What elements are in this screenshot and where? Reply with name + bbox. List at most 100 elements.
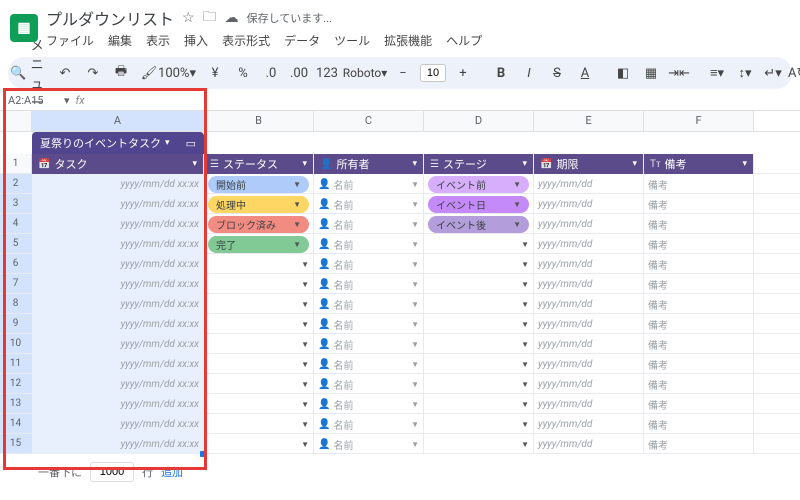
cell-task[interactable]: yyyy/mm/dd xx:xx xyxy=(32,334,204,354)
menu-file[interactable]: ファイル xyxy=(46,32,94,49)
cell-task[interactable]: yyyy/mm/dd xx:xx xyxy=(32,394,204,414)
cell-owner[interactable]: 👤名前▼ xyxy=(314,374,424,394)
cell-task[interactable]: yyyy/mm/dd xx:xx xyxy=(32,314,204,334)
name-box[interactable]: A2:A15 xyxy=(8,94,58,107)
row-header[interactable]: 13 xyxy=(0,394,32,413)
document-title[interactable]: プルダウンリスト xyxy=(46,6,174,30)
add-rows-button[interactable]: 追加 xyxy=(161,464,183,480)
menu-view[interactable]: 表示 xyxy=(146,32,170,49)
cell-task[interactable]: yyyy/mm/dd xx:xx xyxy=(32,274,204,294)
cell-stage[interactable]: ▼ xyxy=(424,234,534,254)
cell-stage[interactable]: イベント前▼ xyxy=(424,174,534,194)
cell-due[interactable]: yyyy/mm/dd xyxy=(534,334,644,354)
cell-due[interactable]: yyyy/mm/dd xyxy=(534,414,644,434)
cell-status[interactable]: ▼ xyxy=(204,354,314,374)
valign-icon[interactable]: ↕▾ xyxy=(734,61,756,85)
cell-status[interactable]: ▼ xyxy=(204,434,314,454)
row-header[interactable]: 1 xyxy=(0,154,32,173)
zoom-select[interactable]: 100% ▾ xyxy=(166,61,188,85)
cell-status[interactable]: ブロック済み▼ xyxy=(204,214,314,234)
fill-color-icon[interactable]: ◧ xyxy=(612,61,634,85)
cell-task[interactable]: yyyy/mm/dd xx:xx xyxy=(32,234,204,254)
cell-status[interactable]: ▼ xyxy=(204,394,314,414)
field-header-task[interactable]: 📅タスク▾ xyxy=(32,154,204,174)
redo-icon[interactable]: ↷ xyxy=(82,61,104,85)
menu-help[interactable]: ヘルプ xyxy=(446,32,482,49)
increase-decimal-icon[interactable]: .00 xyxy=(288,61,310,85)
cell-notes[interactable]: 備考 xyxy=(644,174,754,194)
percent-icon[interactable]: % xyxy=(232,61,254,85)
name-box-dropdown-icon[interactable]: ▾ xyxy=(64,94,70,107)
cell-status[interactable]: ▼ xyxy=(204,414,314,434)
row-header[interactable]: 9 xyxy=(0,314,32,333)
more-formats-icon[interactable]: 123 xyxy=(316,61,338,85)
cell-due[interactable]: yyyy/mm/dd xyxy=(534,434,644,454)
field-header-due[interactable]: 📅期限▾ xyxy=(534,154,644,174)
row-header[interactable]: 2 xyxy=(0,174,32,193)
cell-due[interactable]: yyyy/mm/dd xyxy=(534,314,644,334)
paint-format-icon[interactable]: 🖌 xyxy=(138,61,160,85)
cell-stage[interactable]: ▼ xyxy=(424,254,534,274)
cell-stage[interactable]: ▼ xyxy=(424,334,534,354)
cell-status[interactable]: ▼ xyxy=(204,314,314,334)
cell-status[interactable]: 完了▼ xyxy=(204,234,314,254)
halign-icon[interactable]: ≡▾ xyxy=(706,61,728,85)
row-header[interactable]: 8 xyxy=(0,294,32,313)
cell-stage[interactable]: イベント日▼ xyxy=(424,194,534,214)
cell-stage[interactable]: ▼ xyxy=(424,374,534,394)
cell-status[interactable]: 開始前▼ xyxy=(204,174,314,194)
col-header-b[interactable]: B xyxy=(204,111,314,131)
rotate-icon[interactable]: A↻▾ xyxy=(790,61,800,85)
cell-task[interactable]: yyyy/mm/dd xx:xx xyxy=(32,354,204,374)
cell-owner[interactable]: 👤名前▼ xyxy=(314,294,424,314)
cell-notes[interactable]: 備考 xyxy=(644,214,754,234)
menu-tools[interactable]: ツール xyxy=(334,32,370,49)
cell-due[interactable]: yyyy/mm/dd xyxy=(534,274,644,294)
cell-notes[interactable]: 備考 xyxy=(644,254,754,274)
cell-due[interactable]: yyyy/mm/dd xyxy=(534,214,644,234)
cell-notes[interactable]: 備考 xyxy=(644,194,754,214)
cell-task[interactable]: yyyy/mm/dd xx:xx xyxy=(32,434,204,454)
cell-status[interactable]: ▼ xyxy=(204,374,314,394)
cell-notes[interactable]: 備考 xyxy=(644,314,754,334)
cell-owner[interactable]: 👤名前▼ xyxy=(314,274,424,294)
borders-icon[interactable]: ▦ xyxy=(640,61,662,85)
row-header[interactable]: 15 xyxy=(0,434,32,453)
cell-notes[interactable]: 備考 xyxy=(644,294,754,314)
cell-due[interactable]: yyyy/mm/dd xyxy=(534,294,644,314)
cell-stage[interactable]: ▼ xyxy=(424,294,534,314)
cell-task[interactable]: yyyy/mm/dd xx:xx xyxy=(32,294,204,314)
cell-stage[interactable]: ▼ xyxy=(424,394,534,414)
cell-status[interactable]: 処理中▼ xyxy=(204,194,314,214)
decrease-decimal-icon[interactable]: .0 xyxy=(260,61,282,85)
print-icon[interactable]: 🖶 xyxy=(110,61,132,85)
cell-stage[interactable]: ▼ xyxy=(424,314,534,334)
select-all-corner[interactable] xyxy=(0,111,32,131)
field-header-owner[interactable]: 👤所有者▾ xyxy=(314,154,424,174)
search-menus[interactable]: 🔍メニュー xyxy=(16,61,38,85)
table-title-bar[interactable]: 夏祭りのイベントタスク ▾ ▭ xyxy=(32,132,204,154)
row-header[interactable]: 6 xyxy=(0,254,32,273)
cell-task[interactable]: yyyy/mm/dd xx:xx xyxy=(32,194,204,214)
star-icon[interactable]: ☆ xyxy=(182,10,195,26)
cell-notes[interactable]: 備考 xyxy=(644,374,754,394)
cell-owner[interactable]: 👤名前▼ xyxy=(314,214,424,234)
cell-due[interactable]: yyyy/mm/dd xyxy=(534,194,644,214)
cell-due[interactable]: yyyy/mm/dd xyxy=(534,374,644,394)
col-header-c[interactable]: C xyxy=(314,111,424,131)
move-folder-icon[interactable]: 🗀 xyxy=(203,6,217,30)
col-header-e[interactable]: E xyxy=(534,111,644,131)
cell-owner[interactable]: 👤名前▼ xyxy=(314,354,424,374)
cell-notes[interactable]: 備考 xyxy=(644,414,754,434)
cell-due[interactable]: yyyy/mm/dd xyxy=(534,174,644,194)
cell-task[interactable]: yyyy/mm/dd xx:xx xyxy=(32,174,204,194)
strikethrough-icon[interactable]: S xyxy=(546,61,568,85)
cell-owner[interactable]: 👤名前▼ xyxy=(314,334,424,354)
row-header[interactable]: 11 xyxy=(0,354,32,373)
cell-stage[interactable]: イベント後▼ xyxy=(424,214,534,234)
cell-owner[interactable]: 👤名前▼ xyxy=(314,314,424,334)
cell-stage[interactable]: ▼ xyxy=(424,434,534,454)
font-size-minus[interactable]: − xyxy=(392,61,414,85)
cell-stage[interactable]: ▼ xyxy=(424,414,534,434)
col-header-a[interactable]: A xyxy=(32,111,204,131)
